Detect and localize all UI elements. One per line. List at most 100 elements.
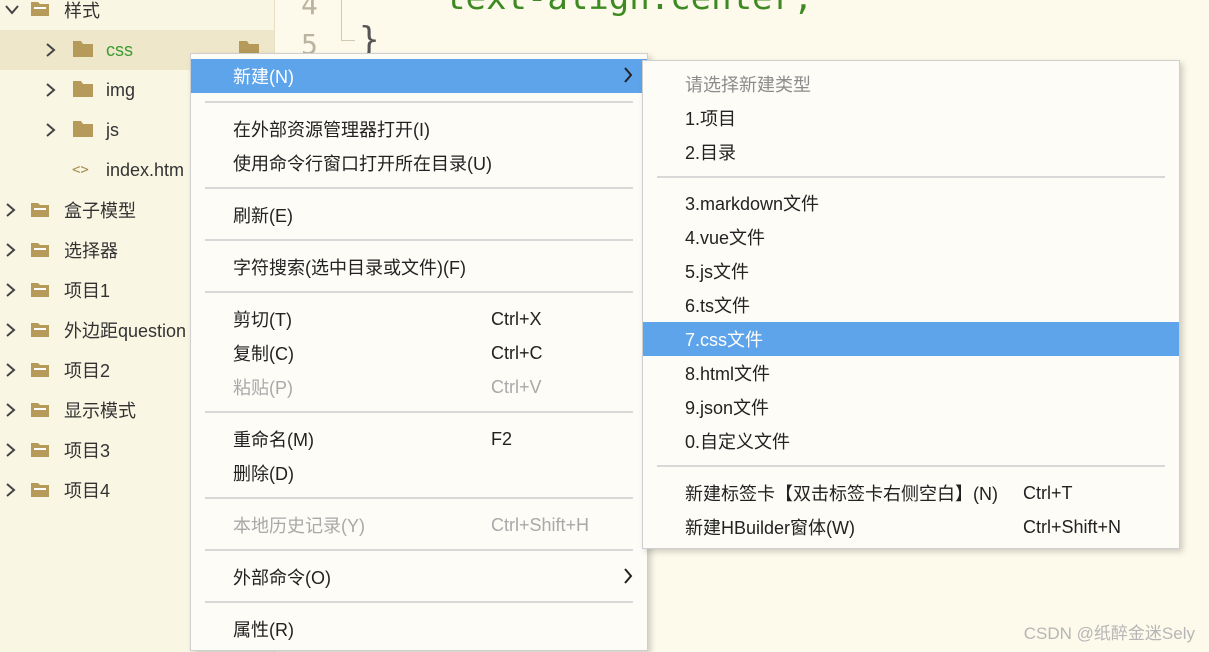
menu-item-delete[interactable]: 删除(D) xyxy=(191,456,647,490)
chevron-right-icon[interactable] xyxy=(0,440,20,460)
submenu-header-label: 请选择新建类型 xyxy=(685,75,811,95)
menu-separator xyxy=(205,187,633,189)
chevron-right-icon xyxy=(623,568,633,589)
tree-item-label: 项目1 xyxy=(64,281,111,301)
tree-item-label: 样式 xyxy=(64,1,100,21)
tree-item-yangshi[interactable]: 样式 xyxy=(0,0,275,30)
code-line: text-align:center; xyxy=(445,0,813,18)
submenu-item-directory[interactable]: 2.目录 xyxy=(643,135,1179,169)
menu-item-label: 外部命令(O) xyxy=(233,568,331,588)
submenu-header: 请选择新建类型 xyxy=(643,67,1179,101)
submenu-item-custom[interactable]: 0.自定义文件 xyxy=(643,424,1179,458)
submenu-item-new-tab[interactable]: 新建标签卡【双击标签卡右侧空白】(N) Ctrl+T xyxy=(643,476,1179,510)
menu-item-label: 1.项目 xyxy=(685,109,737,129)
chevron-right-icon[interactable] xyxy=(0,320,20,340)
folder-icon xyxy=(30,441,52,461)
folder-icon xyxy=(30,0,52,20)
folder-icon xyxy=(30,241,52,261)
chevron-right-icon[interactable] xyxy=(0,400,20,420)
folder-icon xyxy=(30,361,52,381)
chevron-right-icon[interactable] xyxy=(40,40,60,60)
tree-item-label: js xyxy=(106,119,119,140)
menu-item-label: 9.json文件 xyxy=(685,398,770,418)
menu-item-label: 8.html文件 xyxy=(685,364,771,384)
menu-item-label: 5.js文件 xyxy=(685,262,750,282)
menu-item-external-command[interactable]: 外部命令(O) xyxy=(191,560,647,594)
menu-item-rename[interactable]: 重命名(M) F2 xyxy=(191,422,647,456)
menu-item-properties[interactable]: 属性(R) xyxy=(191,612,647,646)
folder-icon xyxy=(72,80,94,100)
menu-item-local-history: 本地历史记录(Y) Ctrl+Shift+H xyxy=(191,508,647,542)
tree-item-label: css xyxy=(106,39,133,60)
submenu-item-markdown[interactable]: 3.markdown文件 xyxy=(643,186,1179,220)
menu-item-label: 新建标签卡【双击标签卡右侧空白】(N) xyxy=(685,484,998,504)
menu-item-cut[interactable]: 剪切(T) Ctrl+X xyxy=(191,302,647,336)
context-menu: 新建(N) 在外部资源管理器打开(I) 使用命令行窗口打开所在目录(U) 刷新(… xyxy=(190,53,648,651)
menu-item-label: 4.vue文件 xyxy=(685,228,766,248)
chevron-right-icon[interactable] xyxy=(40,80,60,100)
chevron-right-icon[interactable] xyxy=(0,480,20,500)
folder-icon xyxy=(30,481,52,501)
tree-item-label: 项目2 xyxy=(64,361,111,381)
menu-item-label: 属性(R) xyxy=(233,620,294,640)
tree-item-label: 项目4 xyxy=(64,481,111,501)
menu-separator xyxy=(657,176,1165,178)
tree-item-label: 外边距question xyxy=(64,321,187,341)
menu-item-label: 在外部资源管理器打开(I) xyxy=(233,120,430,140)
line-number: 4 xyxy=(301,0,318,21)
chevron-right-icon[interactable] xyxy=(0,360,20,380)
submenu-item-html[interactable]: 8.html文件 xyxy=(643,356,1179,390)
menu-item-label: 新建HBuilder窗体(W) xyxy=(685,518,856,538)
submenu-item-json[interactable]: 9.json文件 xyxy=(643,390,1179,424)
menu-item-label: 删除(D) xyxy=(233,464,294,484)
submenu-item-ts[interactable]: 6.ts文件 xyxy=(643,288,1179,322)
watermark: CSDN @纸醉金迷Sely xyxy=(1023,624,1195,643)
menu-item-label: 新建(N) xyxy=(233,67,294,87)
menu-shortcut: F2 xyxy=(491,428,513,449)
menu-separator xyxy=(205,291,633,293)
submenu-item-css[interactable]: 7.css文件 xyxy=(643,322,1179,356)
submenu-item-js[interactable]: 5.js文件 xyxy=(643,254,1179,288)
menu-item-search[interactable]: 字符搜索(选中目录或文件)(F) xyxy=(191,250,647,284)
chevron-down-icon[interactable] xyxy=(2,0,22,20)
submenu-item-vue[interactable]: 4.vue文件 xyxy=(643,220,1179,254)
menu-item-paste: 粘贴(P) Ctrl+V xyxy=(191,370,647,404)
new-submenu: 请选择新建类型 1.项目 2.目录 3.markdown文件 4.vue文件 5… xyxy=(642,60,1180,549)
menu-item-label: 字符搜索(选中目录或文件)(F) xyxy=(233,258,466,278)
menu-item-refresh[interactable]: 刷新(E) xyxy=(191,198,647,232)
tree-item-label: index.htm xyxy=(106,159,185,180)
chevron-right-icon[interactable] xyxy=(40,120,60,140)
menu-item-open-explorer[interactable]: 在外部资源管理器打开(I) xyxy=(191,112,647,146)
chevron-right-icon[interactable] xyxy=(0,240,20,260)
menu-item-label: 3.markdown文件 xyxy=(685,194,820,214)
folder-icon xyxy=(30,321,52,341)
menu-item-copy[interactable]: 复制(C) Ctrl+C xyxy=(191,336,647,370)
menu-item-label: 剪切(T) xyxy=(233,310,292,330)
menu-item-open-cmd[interactable]: 使用命令行窗口打开所在目录(U) xyxy=(191,146,647,180)
folder-icon xyxy=(72,40,94,60)
menu-separator xyxy=(205,411,633,413)
tree-item-label: 盒子模型 xyxy=(64,201,136,221)
tree-item-label: 选择器 xyxy=(64,241,118,261)
menu-shortcut: Ctrl+C xyxy=(491,342,543,363)
menu-shortcut: Ctrl+X xyxy=(491,308,542,329)
menu-item-new[interactable]: 新建(N) xyxy=(191,59,647,93)
folder-icon xyxy=(30,201,52,221)
menu-shortcut: Ctrl+V xyxy=(491,376,542,397)
tree-item-label: 项目3 xyxy=(64,441,111,461)
submenu-item-new-window[interactable]: 新建HBuilder窗体(W) Ctrl+Shift+N xyxy=(643,510,1179,544)
menu-item-label: 使用命令行窗口打开所在目录(U) xyxy=(233,154,492,174)
chevron-right-icon[interactable] xyxy=(0,200,20,220)
folder-icon xyxy=(30,401,52,421)
submenu-item-project[interactable]: 1.项目 xyxy=(643,101,1179,135)
chevron-right-icon[interactable] xyxy=(0,280,20,300)
tree-item-label: 显示模式 xyxy=(64,401,136,421)
html-file-icon: <> xyxy=(72,162,89,178)
indent-guide xyxy=(341,40,355,41)
menu-item-label: 0.自定义文件 xyxy=(685,432,791,452)
menu-shortcut: Ctrl+Shift+N xyxy=(1023,516,1122,537)
chevron-right-icon xyxy=(623,67,633,88)
menu-item-label: 2.目录 xyxy=(685,143,737,163)
menu-separator xyxy=(205,239,633,241)
indent-guide xyxy=(341,0,342,40)
